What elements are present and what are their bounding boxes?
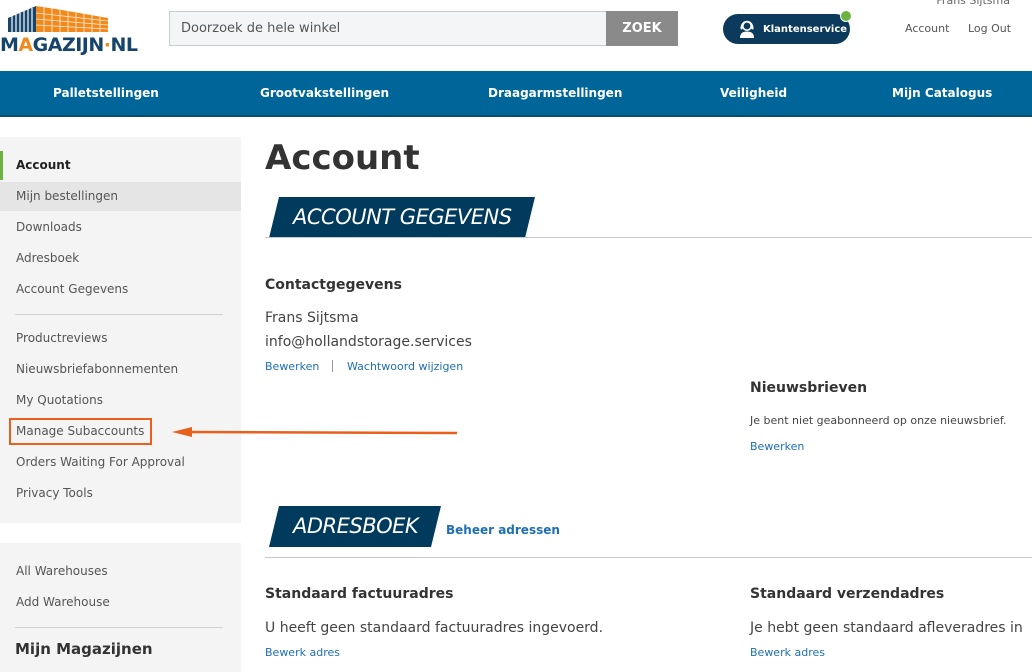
logout-link[interactable]: Log Out [968,22,1011,35]
sidebar-divider [15,627,223,628]
edit-contact-link[interactable]: Bewerken [265,360,319,373]
contact-name: Frans Sijtsma [265,310,359,326]
user-name: Frans Sijtsma [936,0,1010,7]
sidebar-item-adresboek[interactable]: Adresboek [0,244,241,273]
newsletter-status: Je bent niet geabonneerd op onze nieuwsb… [750,414,1007,427]
sidebar-item-add-warehouse[interactable]: Add Warehouse [0,588,241,617]
nav-item-draagarmstellingen[interactable]: Draagarmstellingen [488,71,622,115]
account-link[interactable]: Account [905,22,949,35]
logo-text: MAGAZIJN·NL [0,34,138,56]
shipping-address-text: Je hebt geen standaard afleveradres in [750,620,1023,636]
online-status-indicator [840,10,852,22]
section-tag-account-gegevens: ACCOUNT GEGEVENS [269,197,535,238]
section-divider [265,557,1032,558]
warehouse-logo-icon [8,6,109,32]
contact-email: info@hollandstorage.services [265,334,472,350]
sidebar-item-mijn-bestellingen[interactable]: Mijn bestellingen [0,182,241,211]
sidebar-item-all-warehouses[interactable]: All Warehouses [0,557,241,586]
search-bar: ZOEK [169,11,678,46]
sidebar-item-nieuwsbriefabonnementen[interactable]: Nieuwsbriefabonnementen [0,355,241,384]
sidebar-item-downloads[interactable]: Downloads [0,213,241,242]
edit-shipping-address-link[interactable]: Bewerk adres [750,646,825,659]
link-separator [332,360,333,372]
site-header: MAGAZIJN·NL ZOEK Klantenservice Frans Si… [0,0,1032,70]
shipping-address-title: Standaard verzendadres [750,586,945,602]
nav-item-veiligheid[interactable]: Veiligheid [720,71,787,115]
change-password-link[interactable]: Wachtwoord wijzigen [347,360,463,373]
nav-item-palletstellingen[interactable]: Palletstellingen [53,71,159,115]
section-tag-adresboek: ADRESBOEK [269,506,441,547]
sidebar-item-orders-waiting-for-approval[interactable]: Orders Waiting For Approval [0,448,241,477]
billing-address-text: U heeft geen standaard factuuradres inge… [265,620,604,636]
sidebar-item-account[interactable]: Account [0,151,241,180]
manage-addresses-link[interactable]: Beheer adressen [446,523,560,537]
main-navigation: Palletstellingen Grootvakstellingen Draa… [0,71,1032,117]
sidebar-item-privacy-tools[interactable]: Privacy Tools [0,479,241,508]
billing-address-title: Standaard factuuradres [265,586,454,602]
sidebar-title-mijn-magazijnen: Mijn Magazijnen [15,640,153,658]
annotation-highlight-box [9,418,152,445]
edit-billing-address-link[interactable]: Bewerk adres [265,646,340,659]
customer-service-label: Klantenservice [763,23,848,35]
sidebar-divider [15,314,223,315]
sidebar-item-account-gegevens[interactable]: Account Gegevens [0,275,241,304]
page-title: Account [265,138,420,178]
edit-newsletter-link[interactable]: Bewerken [750,440,804,453]
newsletter-title: Nieuwsbrieven [750,380,868,396]
search-input[interactable] [169,11,606,46]
contact-title: Contactgegevens [265,277,402,293]
sidebar-item-my-quotations[interactable]: My Quotations [0,386,241,415]
customer-service-button[interactable]: Klantenservice [723,10,852,44]
sidebar-item-productreviews[interactable]: Productreviews [0,324,241,353]
search-button[interactable]: ZOEK [606,11,678,46]
annotation-arrow-icon [172,427,458,437]
site-logo[interactable]: MAGAZIJN·NL [0,4,138,56]
nav-item-mijn-catalogus[interactable]: Mijn Catalogus [892,71,992,115]
headset-agent-icon [740,20,754,38]
section-divider [265,237,1032,238]
nav-item-grootvakstellingen[interactable]: Grootvakstellingen [260,71,389,115]
